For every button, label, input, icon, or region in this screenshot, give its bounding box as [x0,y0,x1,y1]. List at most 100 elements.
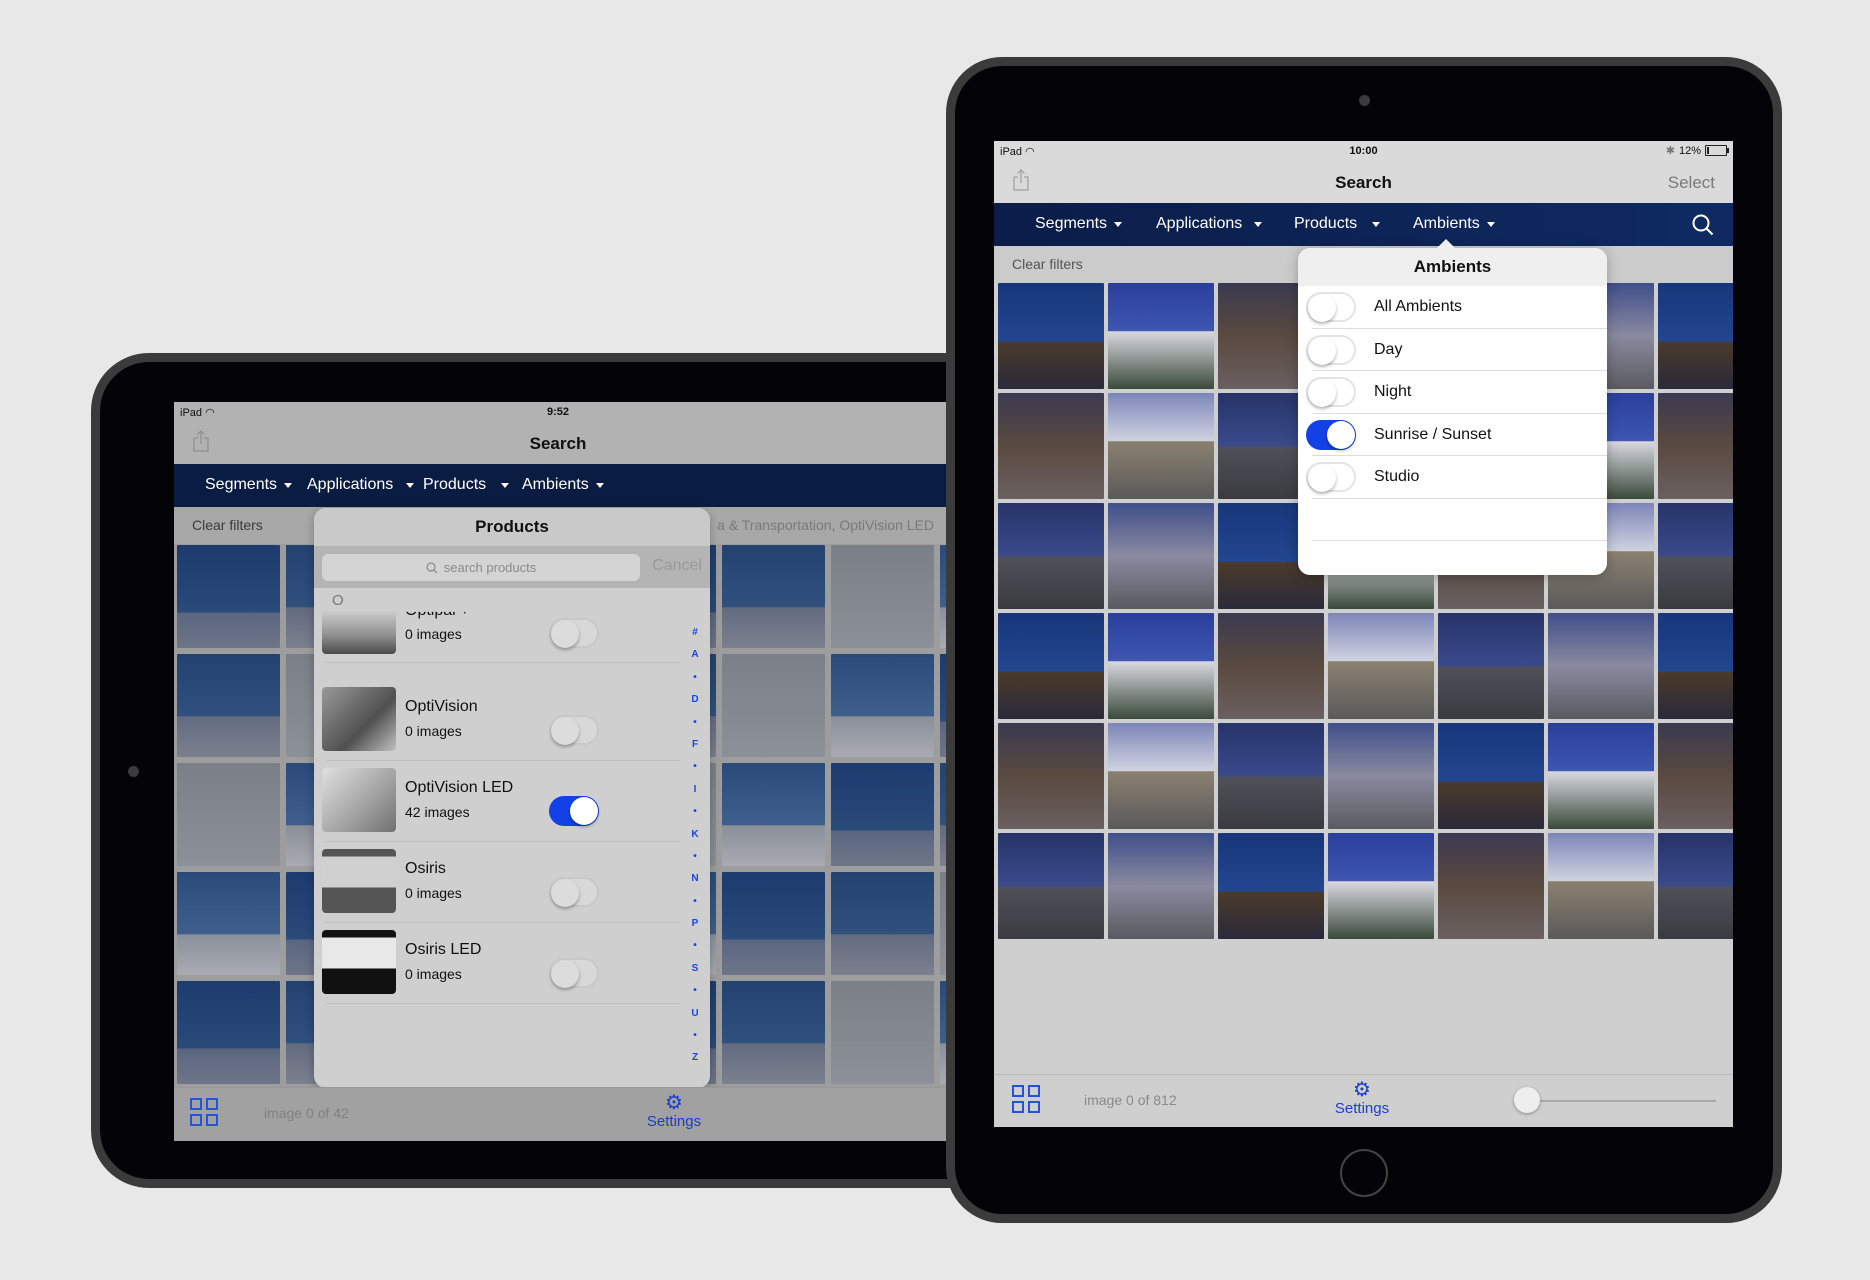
index-letter[interactable]: A [680,644,710,666]
photo-tile[interactable] [998,393,1104,499]
ambient-toggle[interactable] [1306,462,1356,493]
index-letter[interactable]: # [680,622,710,644]
index-letter[interactable]: • [680,980,710,1002]
slider-knob[interactable] [1514,1087,1540,1113]
photo-tile[interactable] [1328,833,1434,939]
product-row[interactable]: Osiris 0 images [314,843,680,923]
ambient-row[interactable]: All Ambients [1298,286,1607,329]
photo-tile[interactable] [1548,723,1654,829]
photo-tile[interactable] [1658,283,1733,389]
photo-tile[interactable] [1658,723,1733,829]
photo-tile[interactable] [1658,613,1733,719]
index-letter[interactable]: D [680,689,710,711]
photo-tile[interactable] [831,545,934,648]
photo-tile[interactable] [831,654,934,757]
photo-tile[interactable] [1438,723,1544,829]
product-toggle[interactable] [549,618,599,648]
photo-tile[interactable] [1108,613,1214,719]
search-icon[interactable] [1691,213,1715,237]
photo-tile[interactable] [177,654,280,757]
thumbnail-size-slider[interactable] [1526,1100,1716,1102]
index-letter[interactable]: • [680,801,710,823]
photo-tile[interactable] [177,981,280,1084]
clear-filters-button[interactable]: Clear filters [192,517,263,533]
ambient-toggle[interactable] [1306,292,1356,323]
photo-tile[interactable] [1438,613,1544,719]
index-letter[interactable]: P [680,913,710,935]
photo-tile[interactable] [831,981,934,1084]
grid-view-icon[interactable] [190,1098,221,1129]
photo-tile[interactable] [1548,833,1654,939]
photo-tile[interactable] [1658,393,1733,499]
photo-tile[interactable] [1108,283,1214,389]
index-letter[interactable]: • [680,891,710,913]
ambient-row[interactable]: Studio [1298,456,1607,499]
product-toggle[interactable] [549,877,599,907]
select-button[interactable]: Select [1668,173,1715,193]
nav-ambients[interactable]: Ambients [522,476,604,494]
photo-tile[interactable] [1438,833,1544,939]
photo-tile[interactable] [831,763,934,866]
index-letter[interactable]: • [680,846,710,868]
index-letter[interactable]: N [680,868,710,890]
alphabet-index[interactable]: # A • D • F • I • K • N • P • S • U • Z [680,622,710,1070]
photo-tile[interactable] [1328,613,1434,719]
nav-applications[interactable]: Applications [307,476,415,494]
product-toggle[interactable] [549,715,599,745]
index-letter[interactable]: I [680,779,710,801]
ambient-toggle[interactable] [1306,419,1356,450]
nav-products[interactable]: Products [423,476,510,494]
photo-tile[interactable] [1108,503,1214,609]
photo-tile[interactable] [831,872,934,975]
index-letter[interactable]: • [680,935,710,957]
settings-button[interactable]: ⚙ Settings [1322,1080,1402,1117]
nav-segments[interactable]: Segments [1035,215,1123,233]
nav-segments[interactable]: Segments [205,476,293,494]
photo-tile[interactable] [177,872,280,975]
product-row[interactable]: Optipal + 0 images [314,600,680,680]
product-row[interactable]: OptiVision 0 images [314,681,680,761]
photo-tile[interactable] [998,503,1104,609]
nav-products[interactable]: Products [1294,215,1381,233]
photo-tile[interactable] [1218,723,1324,829]
photo-tile[interactable] [1218,613,1324,719]
ambient-toggle[interactable] [1306,334,1356,365]
photo-tile[interactable] [722,654,825,757]
settings-button[interactable]: ⚙ Settings [634,1093,714,1130]
index-letter[interactable]: • [680,756,710,778]
photo-tile[interactable] [722,545,825,648]
index-letter[interactable]: U [680,1003,710,1025]
photo-tile[interactable] [1658,503,1733,609]
photo-tile[interactable] [722,763,825,866]
index-letter[interactable]: • [680,712,710,734]
photo-tile[interactable] [1548,613,1654,719]
photo-tile[interactable] [998,283,1104,389]
ambient-row[interactable]: Night [1298,371,1607,414]
ambient-toggle[interactable] [1306,377,1356,408]
search-input[interactable]: search products [322,554,640,581]
grid-view-icon[interactable] [1012,1085,1043,1116]
product-row[interactable]: OptiVision LED 42 images [314,762,680,842]
product-row[interactable]: Osiris LED 0 images [314,924,680,1004]
product-toggle[interactable] [549,958,599,988]
index-letter[interactable]: K [680,824,710,846]
photo-tile[interactable] [1108,393,1214,499]
nav-ambients[interactable]: Ambients [1413,215,1495,233]
photo-tile[interactable] [998,833,1104,939]
index-letter[interactable]: • [680,667,710,689]
photo-tile[interactable] [722,872,825,975]
clear-filters-button[interactable]: Clear filters [1012,256,1083,272]
nav-applications[interactable]: Applications [1156,215,1263,233]
index-letter[interactable]: S [680,958,710,980]
photo-tile[interactable] [1328,723,1434,829]
photo-tile[interactable] [177,763,280,866]
photo-tile[interactable] [1218,833,1324,939]
index-letter[interactable]: F [680,734,710,756]
photo-tile[interactable] [722,981,825,1084]
index-letter[interactable]: • [680,1025,710,1047]
ambient-row[interactable]: Sunrise / Sunset [1298,414,1607,456]
product-toggle[interactable] [549,796,599,826]
photo-tile[interactable] [1108,833,1214,939]
cancel-button[interactable]: Cancel [652,557,702,575]
photo-tile[interactable] [1658,833,1733,939]
